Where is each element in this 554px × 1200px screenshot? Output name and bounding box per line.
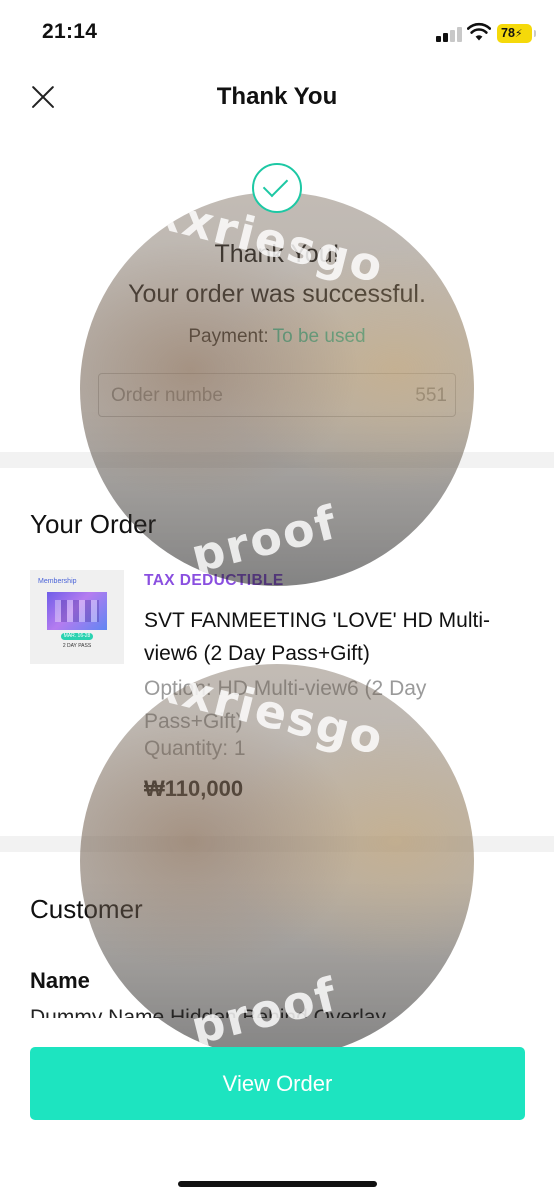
tax-deductible-badge: TAX DEDUCTIBLE <box>144 572 284 589</box>
customer-title: Customer <box>30 894 143 924</box>
section-divider <box>0 452 554 468</box>
name-value-container: Dummy Name Hidden Behind Overlay <box>30 1008 524 1018</box>
thank-you-heading: Thank You! <box>214 240 340 268</box>
battery-icon: 78⚡ <box>497 24 536 43</box>
thumbnail-date: MAR. 16-28 <box>61 633 93 640</box>
payment-value: To be used <box>272 326 366 347</box>
order-number-value: 551 <box>415 385 447 406</box>
order-number-label: Order numbe <box>111 385 223 406</box>
your-order-title: Your Order <box>30 509 157 539</box>
product-thumbnail[interactable]: Membership MAR. 16-28 2 DAY PASS <box>30 570 124 664</box>
wifi-icon <box>467 22 491 41</box>
battery-level: 78 <box>501 26 515 40</box>
page-title: Thank You <box>216 83 338 110</box>
view-order-button[interactable]: View Order <box>30 1047 525 1120</box>
status-time: 21:14 <box>42 20 98 43</box>
home-indicator[interactable] <box>178 1181 377 1187</box>
payment-label: Payment: <box>188 326 269 347</box>
product-price: ₩110,000 <box>144 776 244 801</box>
order-number-field[interactable]: Order numbe 551 <box>98 373 456 417</box>
watermark-text: proof <box>185 494 344 584</box>
cellular-signal-icon <box>436 26 462 42</box>
product-quantity: Quantity: 1 <box>144 737 246 760</box>
thumbnail-label: Membership <box>38 578 77 585</box>
success-check-icon <box>252 163 302 213</box>
name-label: Name <box>30 968 90 993</box>
thumbnail-pass: 2 DAY PASS <box>62 643 92 649</box>
product-name[interactable]: SVT FANMEETING 'LOVE' HD Multi-view6 (2 … <box>144 604 524 670</box>
section-divider <box>0 836 554 852</box>
name-value: Dummy Name Hidden Behind Overlay <box>30 1008 524 1018</box>
success-message: Your order was successful. <box>128 280 426 308</box>
thumbnail-artwork <box>47 592 107 630</box>
charging-bolt-icon: ⚡ <box>514 28 523 40</box>
product-option: Option: HD Multi-view6 (2 Day Pass+Gift) <box>144 677 427 733</box>
status-bar: 21:14 78⚡ <box>0 0 554 66</box>
payment-status: Payment: To be used <box>0 326 554 348</box>
